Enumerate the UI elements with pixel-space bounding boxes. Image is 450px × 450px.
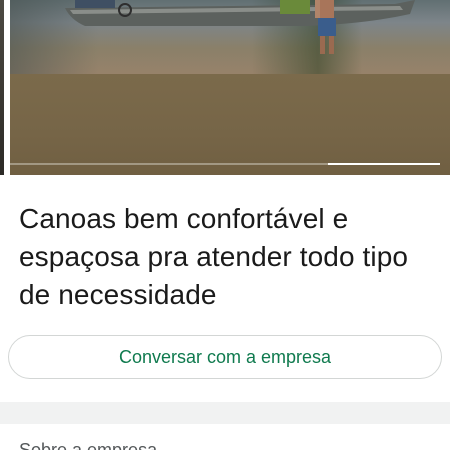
carousel-progress-track xyxy=(10,163,440,165)
photo-mud-bank xyxy=(10,74,450,175)
media-carousel[interactable] xyxy=(0,0,450,175)
business-catalog-item-page: Canoas bem confortável e espaçosa pra at… xyxy=(0,0,450,450)
about-business-heading: Sobre a empresa xyxy=(19,440,158,450)
chat-with-business-label: Conversar com a empresa xyxy=(118,346,332,367)
product-description: Canoas bem confortável e espaçosa pra at… xyxy=(19,203,409,310)
carousel-slide-previous[interactable] xyxy=(0,0,4,175)
carousel-slide-photo[interactable] xyxy=(10,0,450,175)
carousel-progress-indicator xyxy=(328,163,440,165)
boat-illustration xyxy=(65,0,415,26)
person-figure xyxy=(318,0,336,54)
chat-with-business-button[interactable]: Conversar com a empresa xyxy=(8,335,442,379)
section-divider xyxy=(0,402,450,424)
